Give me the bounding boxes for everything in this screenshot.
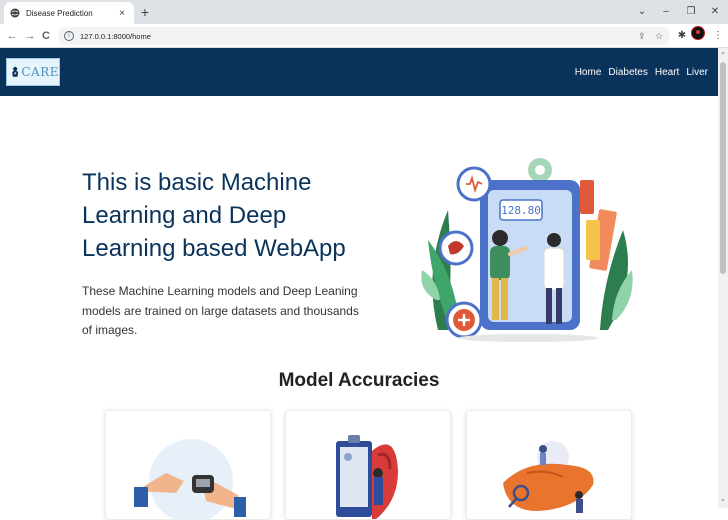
site-navbar: CARE Home Diabetes Heart Liver (0, 48, 718, 96)
health-check-illustration: 128.80 (421, 158, 633, 342)
browser-tab[interactable]: Disease Prediction × (4, 2, 134, 24)
scroll-up-icon[interactable]: ▲ (720, 50, 726, 56)
hero-title: This is basic Machine Learning and Deep … (82, 169, 346, 262)
minimize-icon[interactable]: – (655, 2, 677, 22)
browser-toolbar: ← → C i 127.0.0.1:8000/home ⇪ ☆ ✱ ⋮ (0, 24, 728, 48)
tab-title: Disease Prediction (26, 8, 93, 18)
close-window-icon[interactable]: ✕ (704, 2, 726, 22)
section-title: Model Accuracies (278, 370, 440, 391)
site-info-icon[interactable]: i (64, 31, 74, 41)
accuracy-card-diabetes[interactable] (105, 410, 271, 520)
forward-icon[interactable]: → (22, 28, 38, 44)
close-tab-icon[interactable]: × (116, 8, 128, 19)
diabetes-test-illustration (134, 439, 246, 519)
globe-icon (10, 8, 20, 18)
restore-icon[interactable]: ❐ (680, 2, 702, 22)
scroll-thumb[interactable] (720, 62, 726, 274)
bookmark-star-icon[interactable]: ☆ (655, 27, 663, 45)
reload-icon[interactable]: C (38, 28, 54, 44)
liver-test-illustration (503, 441, 594, 513)
main-menu: Home Diabetes Heart Liver (575, 48, 708, 96)
url-text: 127.0.0.1:8000/home (80, 31, 151, 41)
site-logo[interactable]: CARE (6, 58, 60, 86)
accuracy-card-liver[interactable] (466, 410, 632, 520)
browser-menu-icon[interactable]: ⋮ (710, 28, 726, 44)
scale-reading: 128.80 (501, 204, 541, 217)
share-icon[interactable]: ⇪ (638, 27, 646, 45)
scroll-down-icon[interactable]: ▼ (720, 498, 726, 504)
nav-link-diabetes[interactable]: Diabetes (608, 67, 647, 78)
extensions-icon[interactable]: ✱ (674, 28, 690, 44)
profile-avatar[interactable] (691, 26, 705, 40)
nav-link-home[interactable]: Home (575, 67, 602, 78)
care-logo-icon (12, 66, 19, 77)
address-bar[interactable]: i 127.0.0.1:8000/home ⇪ ☆ (58, 27, 670, 45)
tab-search-icon[interactable]: ⌄ (631, 2, 653, 22)
nav-link-liver[interactable]: Liver (686, 67, 708, 78)
nav-link-heart[interactable]: Heart (655, 67, 679, 78)
accuracy-card-heart[interactable] (285, 410, 451, 520)
back-icon[interactable]: ← (4, 28, 20, 44)
hero-description: These Machine Learning models and Deep L… (82, 284, 359, 337)
logo-text: CARE (21, 65, 59, 79)
heart-test-illustration (336, 435, 398, 519)
new-tab-button[interactable]: + (138, 3, 152, 21)
page-scrollbar[interactable]: ▲ ▼ (718, 48, 728, 508)
browser-tab-strip: Disease Prediction × + ⌄ – ❐ ✕ (0, 0, 728, 24)
